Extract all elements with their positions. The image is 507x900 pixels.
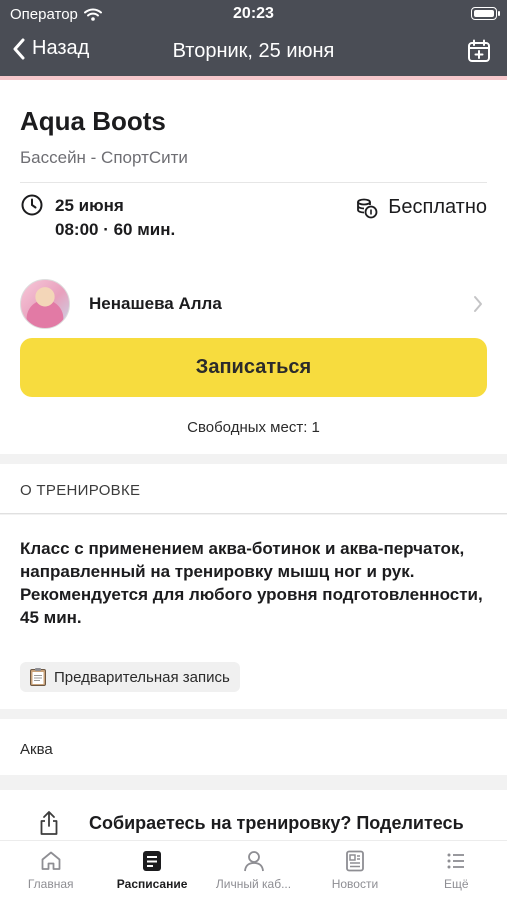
tab-schedule[interactable]: Расписание <box>101 841 202 900</box>
tab-bar: Главная Расписание Личный каб... Новости <box>0 840 507 900</box>
news-icon <box>346 850 364 872</box>
tab-profile[interactable]: Личный каб... <box>203 841 304 900</box>
trainer-row[interactable]: Ненашева Алла <box>20 279 487 331</box>
share-text: Собираетесь на тренировку? Поделитесь с … <box>89 813 464 840</box>
tab-label: Главная <box>27 877 74 891</box>
class-card: Aqua Boots Бассейн - СпортСити 25 июня 0… <box>0 80 507 454</box>
clock-icon <box>21 194 43 216</box>
chevron-left-icon <box>13 38 25 59</box>
tab-label: Расписание <box>116 877 188 891</box>
signup-button[interactable]: Записаться <box>20 338 487 397</box>
about-section-title: О ТРЕНИРОВКЕ <box>20 482 141 499</box>
clipboard-icon <box>30 668 46 686</box>
home-icon <box>41 851 61 870</box>
top-bar: Оператор 20:23 Назад Вторник, 25 июня <box>0 0 507 80</box>
class-time: 08:00 · 60 мин. <box>55 220 176 239</box>
back-button[interactable]: Назад <box>12 37 89 60</box>
share-icon <box>40 811 58 835</box>
status-bar: Оператор 20:23 <box>0 0 507 28</box>
class-title: Aqua Boots <box>20 106 166 136</box>
battery-icon <box>471 7 500 20</box>
category-label: Аква <box>20 741 53 758</box>
price: Бесплатно <box>356 196 487 219</box>
share-row[interactable]: Собираетесь на тренировку? Поделитесь с … <box>0 790 507 840</box>
price-label: Бесплатно <box>388 196 487 218</box>
nav-bar: Назад Вторник, 25 июня <box>0 28 507 76</box>
preregistration-label: Предварительная запись <box>54 668 230 686</box>
free-spots: Свободных мест: 1 <box>187 419 320 436</box>
tab-label: Ещё <box>444 877 469 891</box>
about-card: Класс с применением аква-ботинок и аква-… <box>0 515 507 709</box>
trainer-name: Ненашева Алла <box>89 294 222 313</box>
back-label: Назад <box>32 37 90 59</box>
tab-label: Личный каб... <box>215 877 292 891</box>
schedule-icon <box>143 851 162 871</box>
divider <box>20 182 487 183</box>
class-location: Бассейн - СпортСити <box>20 148 188 167</box>
tab-news[interactable]: Новости <box>304 841 405 900</box>
about-section-header: О ТРЕНИРОВКЕ <box>0 464 507 514</box>
add-to-calendar-button[interactable] <box>467 39 491 68</box>
class-description: Класс с применением аква-ботинок и аква-… <box>20 539 483 627</box>
preregistration-tag: Предварительная запись <box>20 662 240 692</box>
coins-icon <box>357 198 378 218</box>
category-row: Аква <box>0 719 507 775</box>
profile-icon <box>243 851 264 872</box>
content-scroll[interactable]: Aqua Boots Бассейн - СпортСити 25 июня 0… <box>0 80 507 840</box>
tab-more[interactable]: Ещё <box>406 841 507 900</box>
status-time: 20:23 <box>233 5 274 22</box>
chevron-right-icon <box>474 296 482 312</box>
calendar-add-icon <box>468 39 490 62</box>
tab-home[interactable]: Главная <box>0 841 101 900</box>
class-date: 25 июня <box>55 196 124 215</box>
tab-label: Новости <box>331 877 379 891</box>
trainer-avatar <box>20 279 70 329</box>
more-icon <box>447 853 465 869</box>
